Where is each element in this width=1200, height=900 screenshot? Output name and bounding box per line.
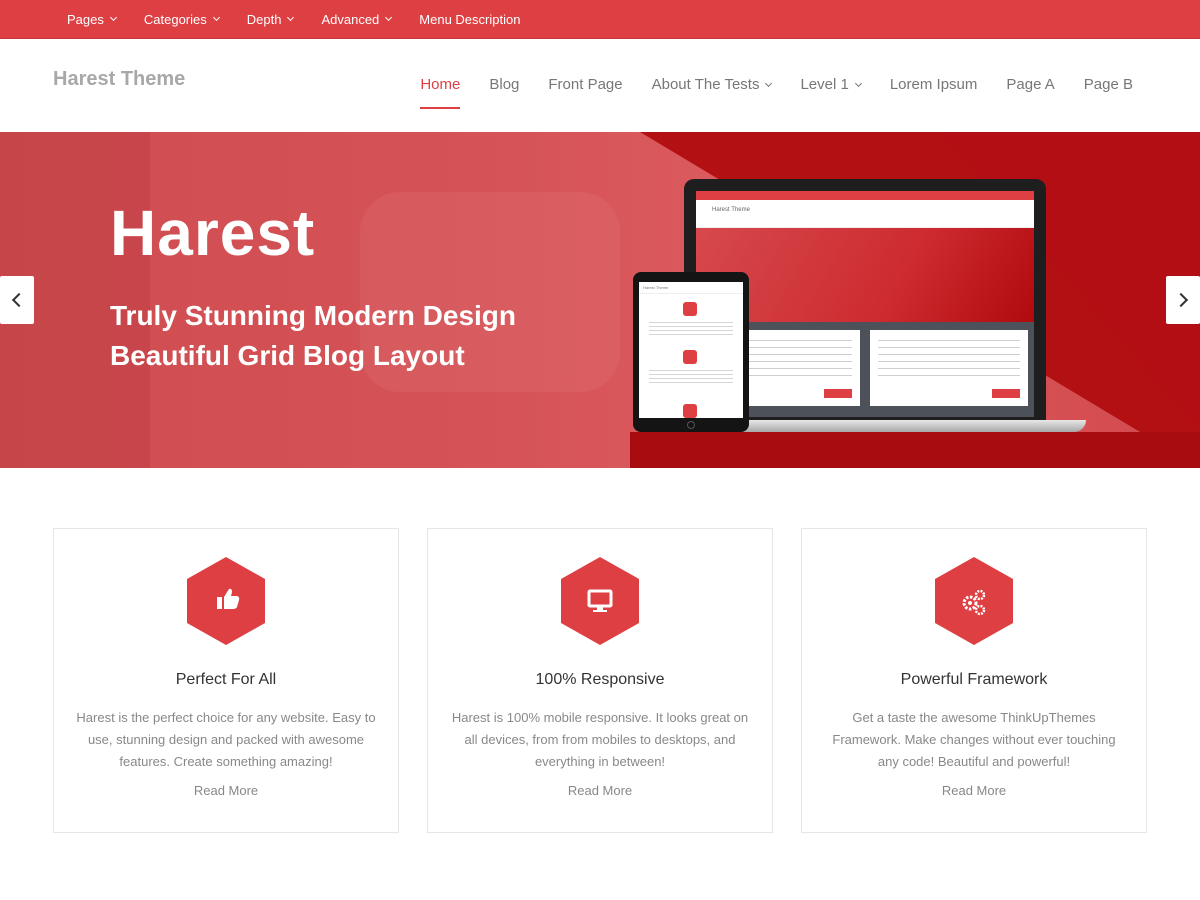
mockup-topbar [696,191,1034,200]
chevron-down-icon [287,13,295,22]
read-more-link[interactable]: Read More [802,783,1146,798]
tablet-home-button [687,421,695,429]
top-menu-item-advanced[interactable]: Advanced [321,12,393,27]
tablet-logo: Harest Theme [639,282,743,294]
nav-item-home[interactable]: Home [420,76,461,109]
nav-item-level-1[interactable]: Level 1 [800,76,862,93]
thumbs-up-icon [187,557,265,645]
site-header: Harest Theme Home Blog Front Page About … [0,39,1200,132]
feature-title: Perfect For All [175,671,277,688]
chevron-down-icon [109,13,117,22]
chevron-down-icon [212,13,220,22]
slider-bottom-band [630,432,1200,468]
mockup-logo: Harest Theme [712,207,750,213]
tablet-screen: Harest Theme [639,282,743,418]
nav-item-front-page[interactable]: Front Page [548,76,622,93]
nav-item-about-the-tests[interactable]: About The Tests [652,76,773,93]
mockup-read-more [992,389,1020,398]
mockup-hex-icon [683,302,697,316]
top-menu-bar: Pages Categories Depth Advanced Menu Des… [0,0,1200,39]
read-more-link[interactable]: Read More [54,783,398,798]
chevron-left-icon [11,292,27,308]
feature-box: Perfect For All Harest is the perfect ch… [53,528,399,833]
top-menu: Pages Categories Depth Advanced Menu Des… [0,0,1200,38]
hero-slider: Harest Truly Stunning Modern Design Beau… [0,132,1200,468]
slide-subtitle: Truly Stunning Modern Design Beautiful G… [110,296,516,376]
slider-prev-button[interactable] [0,276,34,324]
mockup-post-card [870,330,1028,406]
top-menu-item-menu-description[interactable]: Menu Description [419,12,520,27]
features-section: Perfect For All Harest is the perfect ch… [53,528,1147,833]
desktop-icon [561,557,639,645]
feature-title: 100% Responsive [535,671,665,688]
nav-item-lorem-ipsum[interactable]: Lorem Ipsum [890,76,978,93]
top-menu-item-categories[interactable]: Categories [144,12,220,27]
feature-description: Get a taste the awesome ThinkUpThemes Fr… [832,710,1116,769]
mockup-hex-icon [683,350,697,364]
site-logo[interactable]: Harest Theme [53,68,185,91]
slide-subtitle-line: Beautiful Grid Blog Layout [110,340,465,371]
mockup-read-more [824,389,852,398]
feature-box: 100% Responsive Harest is 100% mobile re… [427,528,773,833]
chevron-down-icon [765,79,773,87]
slider-next-button[interactable] [1166,276,1200,324]
chevron-down-icon [854,79,862,87]
nav-item-page-b[interactable]: Page B [1084,76,1133,93]
nav-item-page-a[interactable]: Page A [1006,76,1054,93]
nav-item-blog[interactable]: Blog [489,76,519,93]
feature-title: Powerful Framework [900,671,1048,688]
slide-title: Harest [110,197,316,269]
top-menu-item-depth[interactable]: Depth [247,12,295,27]
gears-icon [935,557,1013,645]
read-more-link[interactable]: Read More [428,783,772,798]
feature-box: Powerful Framework Get a taste the aweso… [801,528,1147,833]
top-menu-item-pages[interactable]: Pages [67,12,117,27]
main-navigation: Home Blog Front Page About The Tests Lev… [391,76,1133,109]
feature-description: Harest is the perfect choice for any web… [76,710,376,769]
mockup-header [696,200,1034,228]
mockup-hex-icon [683,404,697,418]
chevron-right-icon [1173,292,1189,308]
feature-description: Harest is 100% mobile responsive. It loo… [451,710,749,769]
chevron-down-icon [385,13,393,22]
slide-subtitle-line: Truly Stunning Modern Design [110,300,516,331]
tablet-mockup: Harest Theme [633,272,749,432]
